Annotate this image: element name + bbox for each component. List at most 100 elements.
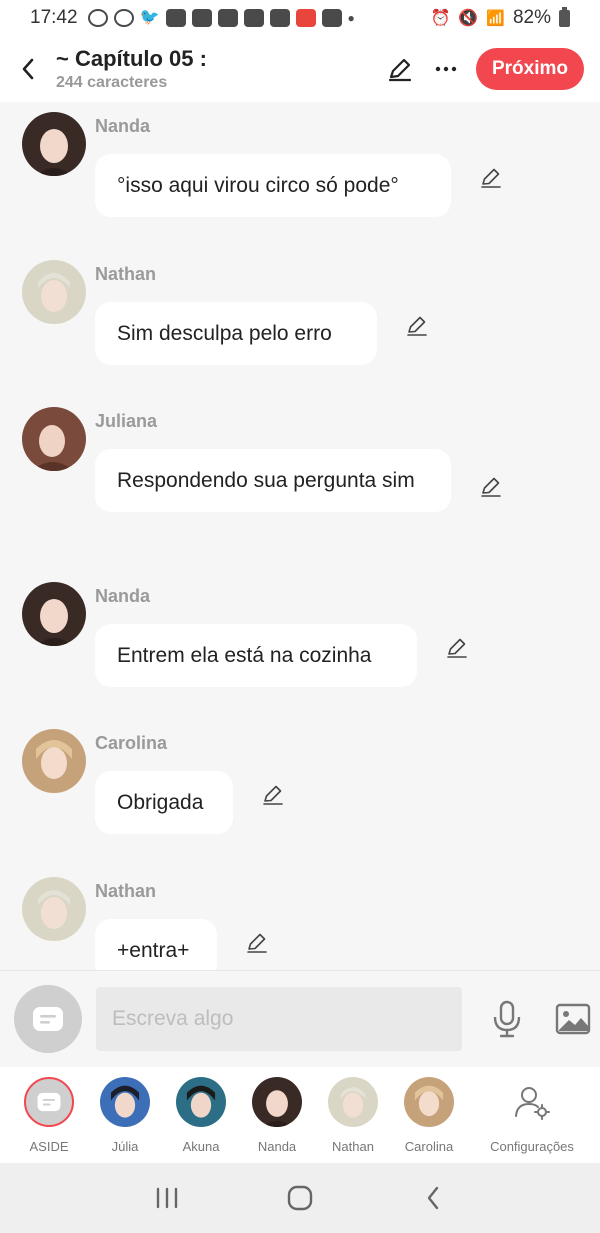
message-icon [33,1007,63,1031]
author-name: Carolina [95,733,168,753]
voice-button[interactable] [486,998,528,1040]
back-icon [428,1186,439,1210]
instagram-icon [113,9,134,27]
system-nav-bar [0,1163,600,1233]
edit-message-button[interactable] [260,781,286,807]
battery-icon [559,6,570,27]
character-nanda[interactable]: Nanda [239,1077,315,1154]
message-bubble[interactable]: °isso aqui virou circo só pode° [95,154,451,217]
header: ~ Capítulo 05 : 244 caracteres Próximo [0,36,600,102]
character-label: Júlia [111,1139,139,1154]
twitter-icon: 🐦 [139,9,160,26]
edit-message-button[interactable] [478,473,504,499]
notification-icons: 🐦 ● [87,9,355,27]
pencil-icon [481,477,501,497]
avatar [328,1077,378,1127]
system-back-button[interactable] [403,1168,463,1228]
avatar-julia-image [100,1077,150,1127]
avatar[interactable] [22,877,86,941]
recent-apps-button[interactable] [137,1168,197,1228]
user-settings-icon [515,1087,550,1120]
aside-avatar [24,1077,74,1127]
youtube-icon [165,9,186,27]
home-button[interactable] [270,1168,330,1228]
message-bubble[interactable]: Respondendo sua pergunta sim [95,449,451,512]
message-input[interactable] [96,987,462,1051]
avatar [404,1077,454,1127]
mute-icon: 🔇 [458,10,479,27]
whatsapp-icon [87,9,108,27]
character-label: Nathan [332,1139,374,1154]
dot-icon: ● [347,11,355,25]
youtube-icon [191,9,212,27]
recent-apps-icon [156,1187,177,1209]
alarm-icon: ⏰ [430,10,451,27]
message-bubble[interactable]: Obrigada [95,771,233,834]
author-name: Nanda [95,116,151,136]
status-time: 17:42 [30,7,78,28]
settings-avatar [507,1077,557,1127]
character-nathan[interactable]: Nathan [315,1077,391,1154]
character-label: Nanda [257,1139,297,1154]
character-count: 244 caracteres [56,74,168,91]
home-icon [287,1185,313,1211]
author-name: Nathan [95,264,157,284]
back-button[interactable] [0,39,56,99]
character-carolina[interactable]: Carolina [391,1077,467,1154]
edit-message-button[interactable] [478,164,504,190]
avatar [100,1077,150,1127]
youtube-icon [217,9,238,27]
chapter-title: ~ Capítulo 05 : [56,46,207,71]
avatar-nanda-image [252,1077,302,1127]
pencil-icon [263,785,283,805]
character-aside[interactable]: ASIDE [11,1077,87,1154]
character-akuna[interactable]: Akuna [163,1077,239,1154]
character-julia[interactable]: Júlia [87,1077,163,1154]
header-actions: Próximo [384,48,584,90]
avatar[interactable] [22,582,86,646]
microphone-icon [493,1000,521,1038]
edit-message-button[interactable] [404,312,430,338]
avatar[interactable] [22,407,86,471]
edit-message-button[interactable] [244,929,270,955]
avatar-nathan-image [22,260,86,324]
pencil-icon [247,933,267,953]
message-bubble[interactable]: Sim desculpa pelo erro [95,302,377,365]
edit-message-button[interactable] [444,634,470,660]
status-bar: 17:42 🐦 ● ⏰ 🔇 📶 82% [0,0,600,36]
pencil-icon [481,168,501,188]
mangatoon-icon [295,9,316,27]
more-options-button[interactable] [430,53,462,85]
chat-area[interactable]: Nanda °isso aqui virou circo só pode° Na… [0,102,600,970]
composer [0,970,600,1067]
settings-button[interactable]: Configurações [486,1077,578,1154]
next-button[interactable]: Próximo [475,48,584,90]
chevron-left-icon [22,58,34,80]
avatar[interactable] [22,260,86,324]
title-block: ~ Capítulo 05 : 244 caracteres [56,46,384,92]
author-name: Nathan [95,881,157,901]
character-bar: ASIDE Júlia Akuna Nanda Nathan Carolina [0,1067,600,1163]
pencil-icon [388,58,412,82]
avatar-akuna-image [176,1077,226,1127]
avatar-nanda-image [22,112,86,176]
avatar-carolina-image [404,1077,454,1127]
message-bubble[interactable]: Entrem ela está na cozinha [95,624,417,687]
avatar[interactable] [22,112,86,176]
edit-chapter-button[interactable] [384,53,416,85]
image-button[interactable] [552,998,594,1040]
pencil-icon [447,638,467,658]
character-label: Akuna [182,1139,220,1154]
author-name: Nanda [95,586,151,606]
message-bubble[interactable]: +entra+ [95,919,217,970]
avatar-nanda-image [22,582,86,646]
avatar [176,1077,226,1127]
aside-toggle-button[interactable] [14,985,82,1053]
avatar[interactable] [22,729,86,793]
system-icons: ⏰ 🔇 📶 82% [430,6,570,29]
youtube-icon [269,9,290,27]
battery-label: 82% [512,7,551,28]
author-name: Juliana [95,411,158,431]
image-icon [555,1003,591,1035]
wifi-icon: 📶 [486,10,505,27]
